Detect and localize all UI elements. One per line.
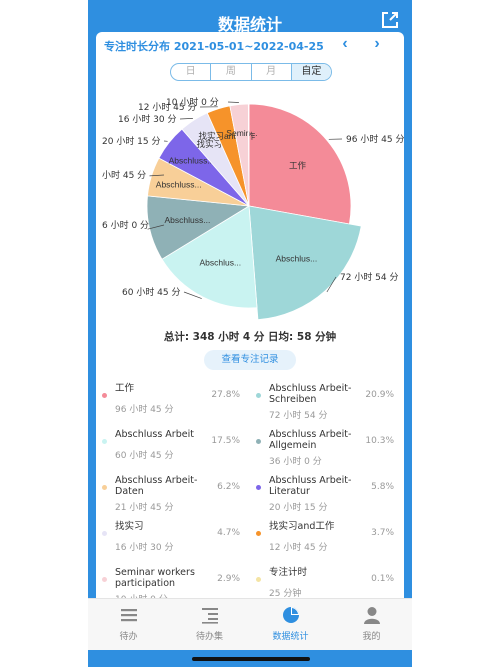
checklist-icon	[202, 608, 218, 624]
legend-percent: 17.5%	[211, 436, 240, 446]
tab-todo-collection[interactable]: 待办集	[169, 599, 250, 651]
slice-inner-label: Abschluss...	[164, 215, 210, 225]
list-icon	[121, 609, 137, 622]
legend-item: Abschluss Arbeit-Daten 21 小时 45 分 6.2%	[96, 472, 246, 516]
legend-duration: 96 小时 45 分	[115, 405, 174, 415]
legend-item: Abschluss Arbeit 60 小时 45 分 17.5%	[96, 426, 246, 470]
legend-duration: 20 小时 15 分	[269, 503, 328, 513]
slice-outer-label: 6 小时 0 分	[102, 219, 149, 231]
legend-name: Abschluss Arbeit-Schreiben	[269, 383, 352, 405]
legend-name: Seminar workers participation	[115, 567, 195, 589]
person-icon	[364, 607, 380, 624]
legend-color-dot	[102, 485, 107, 490]
legend-percent: 10.3%	[365, 436, 394, 446]
view-records-button[interactable]: 查看专注记录	[204, 350, 296, 370]
legend-name: Abschluss Arbeit-Allgemein	[269, 429, 352, 451]
slice-outer-label: 60 小时 45 分	[122, 286, 181, 298]
legend-color-dot	[256, 577, 261, 582]
slice-inner-label: Semin...	[226, 128, 257, 138]
tab-statistics-label: 数据统计	[272, 632, 309, 642]
legend-color-dot	[256, 531, 261, 536]
legend-percent: 2.9%	[217, 574, 240, 584]
legend-name: 找实习and工作	[269, 521, 335, 532]
home-indicator	[192, 657, 310, 661]
distribution-pie-chart: 工作 96 小时 45 分 Abschlus... 72 小时 54 分 Abschlu…	[102, 96, 404, 321]
legend-item: Seminar workers participation10 小时 0 分2.…	[96, 564, 246, 598]
slice-inner-label: 工作	[289, 160, 307, 170]
legend-color-dot	[102, 393, 107, 398]
slice-outer-label: 20 小时 15 分	[102, 135, 161, 147]
slice-inner-label: Abschluss...	[156, 180, 202, 190]
slice-outer-label: 小时 45 分	[102, 169, 146, 181]
tab-todo[interactable]: 待办	[88, 599, 169, 651]
legend-item: 工作 96 小时 45 分 27.8%	[96, 380, 246, 424]
legend-color-dot	[256, 439, 261, 444]
slice-outer-label: 96 小时 45 分	[346, 133, 404, 145]
legend-percent: 27.8%	[211, 390, 240, 400]
slice-outer-label: 72 小时 54 分	[340, 271, 399, 283]
legend-percent: 20.9%	[365, 390, 394, 400]
slice-leader-line	[179, 118, 193, 120]
tab-todo-collection-label: 待办集	[195, 632, 223, 642]
bottom-tab-bar: 待办 待办集 数据统计 我的	[88, 598, 412, 650]
legend-item: 找实习 16 小时 30 分 4.7%	[96, 518, 246, 562]
legend-duration: 12 小时 45 分	[269, 543, 328, 553]
legend-item: 找实习and工作 12 小时 45 分 3.7%	[250, 518, 400, 562]
tab-todo-label: 待办	[119, 632, 138, 642]
legend-duration: 16 小时 30 分	[115, 543, 174, 553]
legend-color-dot	[102, 531, 107, 536]
legend-name: 工作	[115, 383, 135, 394]
legend-name: Abschluss Arbeit-Literatur	[269, 475, 352, 497]
legend-percent: 4.7%	[217, 528, 240, 538]
legend-item: 专注计时 25 分钟 0.1%	[250, 564, 400, 598]
legend-color-dot	[102, 577, 107, 582]
legend-name: Abschluss Arbeit	[115, 429, 194, 440]
legend-item: Abschluss Arbeit-Literatur 20 小时 15 分 5.8%	[250, 472, 400, 516]
slice-inner-label: Abschlus...	[276, 253, 318, 263]
legend-item: Abschluss Arbeit-Allgemein 36 小时 0 分 10.3%	[250, 426, 400, 470]
slice-outer-label: 10 小时 0 分	[166, 96, 219, 108]
slice-leader-line	[227, 101, 239, 103]
total-summary: 总计: 348 小时 4 分 日均: 58 分钟	[163, 331, 337, 343]
legend-duration: 72 小时 54 分	[269, 411, 328, 421]
legend-duration: 21 小时 45 分	[115, 503, 174, 513]
slice-outer-label: 16 小时 30 分	[118, 113, 177, 125]
legend-percent: 0.1%	[371, 574, 394, 584]
legend-color-dot	[102, 439, 107, 444]
legend-duration: 36 小时 0 分	[269, 457, 322, 467]
legend-item: Abschluss Arbeit-Schreiben 72 小时 54 分 20.9…	[250, 380, 400, 424]
stats-content: 专注时长分布 2021-05-01~2022-04-25 ‹ › 日 周 月 自…	[96, 32, 404, 598]
legend-color-dot	[256, 485, 261, 490]
share-icon[interactable]	[380, 10, 400, 30]
tab-mine-label: 我的	[362, 632, 381, 642]
legend-name: Abschluss Arbeit-Daten	[115, 475, 198, 497]
legend-color-dot	[256, 393, 261, 398]
tab-mine[interactable]: 我的	[331, 599, 412, 651]
pie-chart-icon	[283, 607, 299, 623]
legend-duration: 25 分钟	[269, 589, 302, 598]
slice-inner-label: Abschlus...	[200, 257, 242, 267]
legend-duration: 60 小时 45 分	[115, 451, 174, 461]
legend-name: 找实习	[115, 521, 144, 532]
legend-percent: 6.2%	[217, 482, 240, 492]
legend-percent: 3.7%	[371, 528, 394, 538]
legend-name: 专注计时	[269, 567, 308, 578]
tab-statistics[interactable]: 数据统计	[250, 599, 331, 651]
legend-percent: 5.8%	[371, 482, 394, 492]
